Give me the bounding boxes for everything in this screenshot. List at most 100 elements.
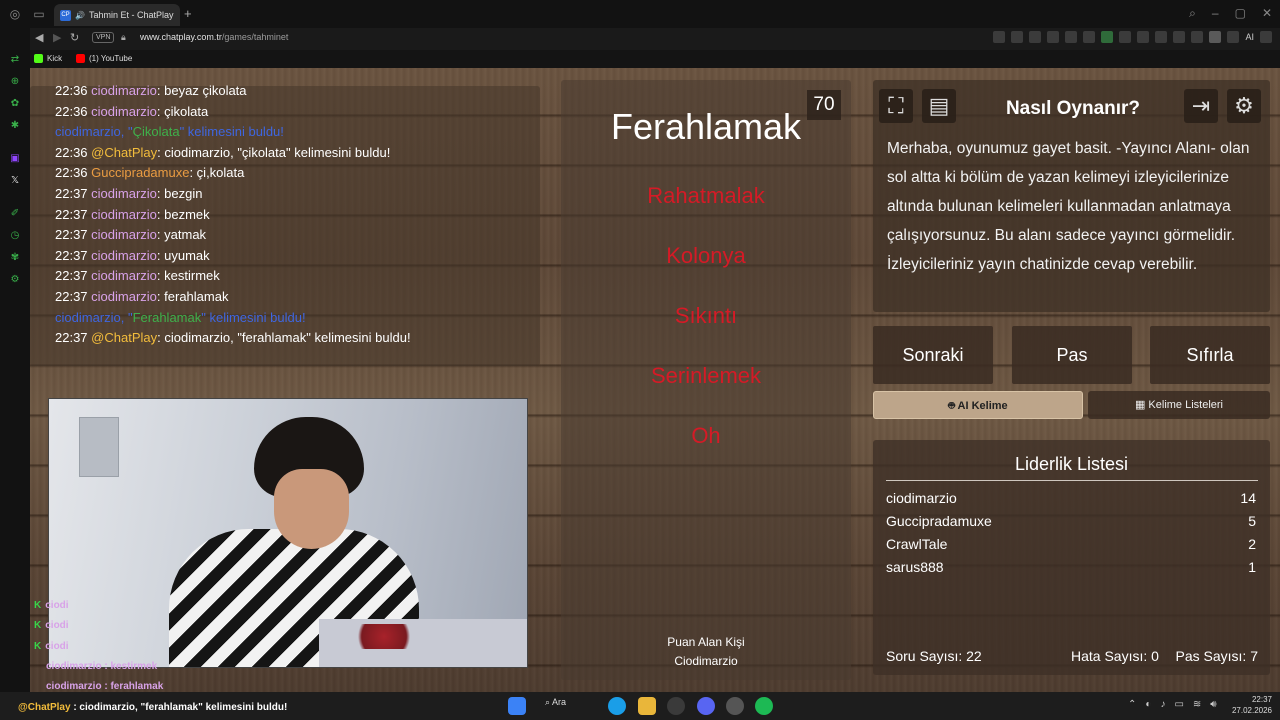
webcam-door xyxy=(79,417,119,477)
url-path: /games/tahminet xyxy=(221,32,289,42)
how-to-play-text: Merhaba, oyunumuz gayet basit. -Yayıncı … xyxy=(887,140,1250,273)
tray-app-icon[interactable]: ◐ xyxy=(1145,699,1151,710)
reading-list-icon[interactable] xyxy=(1260,31,1272,43)
chat-message: ciodimarzio, "Ferahlamak" kelimesini bul… xyxy=(55,310,306,326)
volume-icon[interactable]: 🔊︎ xyxy=(1210,699,1216,710)
discord-icon[interactable] xyxy=(697,697,715,715)
exit-icon[interactable]: ⇥ xyxy=(1184,89,1218,123)
ai-extension-label[interactable]: AI xyxy=(1245,31,1254,43)
settings-gear-icon[interactable]: ⚙ xyxy=(1227,89,1261,123)
extension-icon[interactable] xyxy=(1209,31,1222,43)
how-to-play-title: Nasıl Oynanır? xyxy=(1005,98,1141,119)
extension-icon[interactable] xyxy=(1119,31,1132,43)
twitch-icon[interactable]: ▣ xyxy=(9,153,21,165)
chat-username: ciodimarzio xyxy=(91,186,157,201)
fullscreen-icon[interactable]: ⛶ xyxy=(879,89,913,123)
extension-icon[interactable] xyxy=(1065,31,1078,43)
sidebar-app-icon[interactable]: ✱ xyxy=(9,120,21,132)
url-field[interactable]: www.chatplay.com.tr/games/tahminet xyxy=(140,32,288,42)
extension-icon[interactable] xyxy=(1101,31,1114,43)
minimize-icon[interactable]: – xyxy=(1212,6,1219,21)
x-icon[interactable]: 𝕏 xyxy=(9,175,21,187)
pass-button[interactable]: Pas xyxy=(1012,326,1132,384)
extension-icon[interactable] xyxy=(1173,31,1186,43)
chat-text: : bezmek xyxy=(156,206,210,222)
chat-message: 22:36 @ChatPlay: ciodimarzio, "çikolata"… xyxy=(55,145,390,161)
chat-text: : çikolata xyxy=(156,103,209,119)
extension-icon[interactable] xyxy=(1191,31,1204,43)
sidebar-app-icon[interactable]: ✾ xyxy=(9,252,21,264)
ai-word-label: AI Kelime xyxy=(957,400,1008,412)
file-explorer-icon[interactable] xyxy=(638,697,656,715)
chat-panel: 22:36 ciodimarzio: beyaz çikolata 22:36 c… xyxy=(30,83,540,366)
edge-icon[interactable] xyxy=(608,697,626,715)
spotify-icon[interactable] xyxy=(755,697,773,715)
sidebar-app-icon[interactable]: ⊕ xyxy=(9,76,21,88)
forward-icon[interactable]: ▶ xyxy=(53,31,61,44)
document-icon[interactable]: ▤ xyxy=(922,89,956,123)
how-to-play-panel: ⛶ ▤ Nasıl Oynanır? ⇥ ⚙ Merhaba, oyunumuz… xyxy=(873,80,1270,312)
browser-sidebar: ⇄ ⊕ ✿ ✱ ▣ 𝕏 ✐ ◷ ✾ ⚙ xyxy=(0,28,30,692)
sidebar-app-icon[interactable]: ⚙ xyxy=(9,274,21,286)
microphone-icon[interactable]: ♪ xyxy=(1160,699,1165,710)
opera-gx-icon[interactable] xyxy=(667,697,685,715)
extension-icon[interactable] xyxy=(1047,31,1060,43)
taskbar-search-label: Ara xyxy=(552,697,567,707)
app-icon[interactable] xyxy=(726,697,744,715)
taskbar-search[interactable]: ⌕ Ara xyxy=(545,697,566,708)
next-button[interactable]: Sonraki xyxy=(873,326,993,384)
extension-icon[interactable] xyxy=(1227,31,1240,43)
word-lists-button[interactable]: ▦ Kelime Listeleri xyxy=(1088,391,1270,419)
chevron-up-icon[interactable]: ⌃ xyxy=(1128,699,1136,710)
chat-time: 22:36 xyxy=(55,103,88,119)
clock[interactable]: 22:37 27.02.2026 xyxy=(1232,694,1272,716)
extension-icon[interactable] xyxy=(1011,31,1024,43)
chat-message: 22:37 ciodimarzio: uyumak xyxy=(55,248,210,264)
overlay-chat-line: Kciodi xyxy=(34,600,69,611)
browser-tab-bar: ◎ ▭ CP 🔊 Tahmin Et - ChatPlay + ⌕ – ▢ ✕ xyxy=(0,0,1280,28)
speaker-icon[interactable]: 🔊 xyxy=(75,11,85,20)
extension-icon[interactable] xyxy=(1029,31,1042,43)
overlay-chat-line: Kciodi xyxy=(34,620,69,631)
reset-button[interactable]: Sıfırla xyxy=(1150,326,1270,384)
network-icon[interactable]: ≋ xyxy=(1193,699,1201,710)
chat-mention: @ChatPlay xyxy=(91,144,158,160)
maximize-icon[interactable]: ▢ xyxy=(1235,6,1246,21)
windows-start-icon[interactable] xyxy=(508,697,526,715)
display-icon[interactable]: ▭ xyxy=(1174,699,1183,710)
system-tray: ⌃ ◐ ♪ ▭ ≋ 🔊︎ xyxy=(1128,699,1217,710)
bookmark-kick[interactable]: Kick xyxy=(34,54,62,63)
forbidden-word: Kolonya xyxy=(666,243,746,268)
address-bar: ◀ ▶ ↻ VPN 🔒︎ www.chatplay.com.tr/games/t… xyxy=(0,28,1280,50)
webcam-feed xyxy=(48,398,528,668)
tab-tahmin-et[interactable]: CP 🔊 Tahmin Et - ChatPlay xyxy=(54,4,180,26)
extension-icon[interactable] xyxy=(1155,31,1168,43)
chat-username: ciodimarzio xyxy=(91,247,157,263)
bookmark-youtube[interactable]: (1) YouTube xyxy=(76,54,132,63)
browser-menu-icon[interactable]: ◎ xyxy=(6,5,24,23)
reload-icon[interactable]: ↻ xyxy=(70,31,79,44)
new-tab-button[interactable]: + xyxy=(184,6,192,21)
sidebar-app-icon[interactable]: ✿ xyxy=(9,98,21,110)
close-icon[interactable]: ✕ xyxy=(1262,6,1272,21)
extension-icon[interactable] xyxy=(1137,31,1150,43)
vpn-button[interactable]: VPN xyxy=(92,32,115,43)
sidebar-app-icon[interactable]: ⇄ xyxy=(9,54,21,66)
extension-icon[interactable] xyxy=(993,31,1006,43)
chat-found-text: ciodimarzio, " xyxy=(55,309,133,325)
leaderboard-row: ciodimarzio 14 xyxy=(886,490,1256,506)
chat-found-word: Çikolata xyxy=(132,124,180,140)
chat-time: 22:37 xyxy=(55,227,88,243)
clock-icon[interactable]: ◷ xyxy=(9,230,21,242)
chat-text: : yatmak xyxy=(156,227,207,243)
chat-message: 22:37 ciodimarzio: bezgin xyxy=(55,186,202,202)
search-tabs-icon[interactable]: ⌕ xyxy=(1189,6,1196,21)
ai-word-button[interactable]: 🤖︎ AI Kelime xyxy=(873,391,1083,419)
tab-list-icon[interactable]: ▭ xyxy=(30,5,48,23)
extension-icon[interactable] xyxy=(1083,31,1096,43)
lock-icon[interactable]: 🔒︎ xyxy=(121,32,126,43)
back-icon[interactable]: ◀ xyxy=(35,31,43,44)
sidebar-app-icon[interactable]: ✐ xyxy=(9,208,21,220)
chat-time: 22:37 xyxy=(55,206,88,222)
chat-text: : bezgin xyxy=(156,186,203,201)
